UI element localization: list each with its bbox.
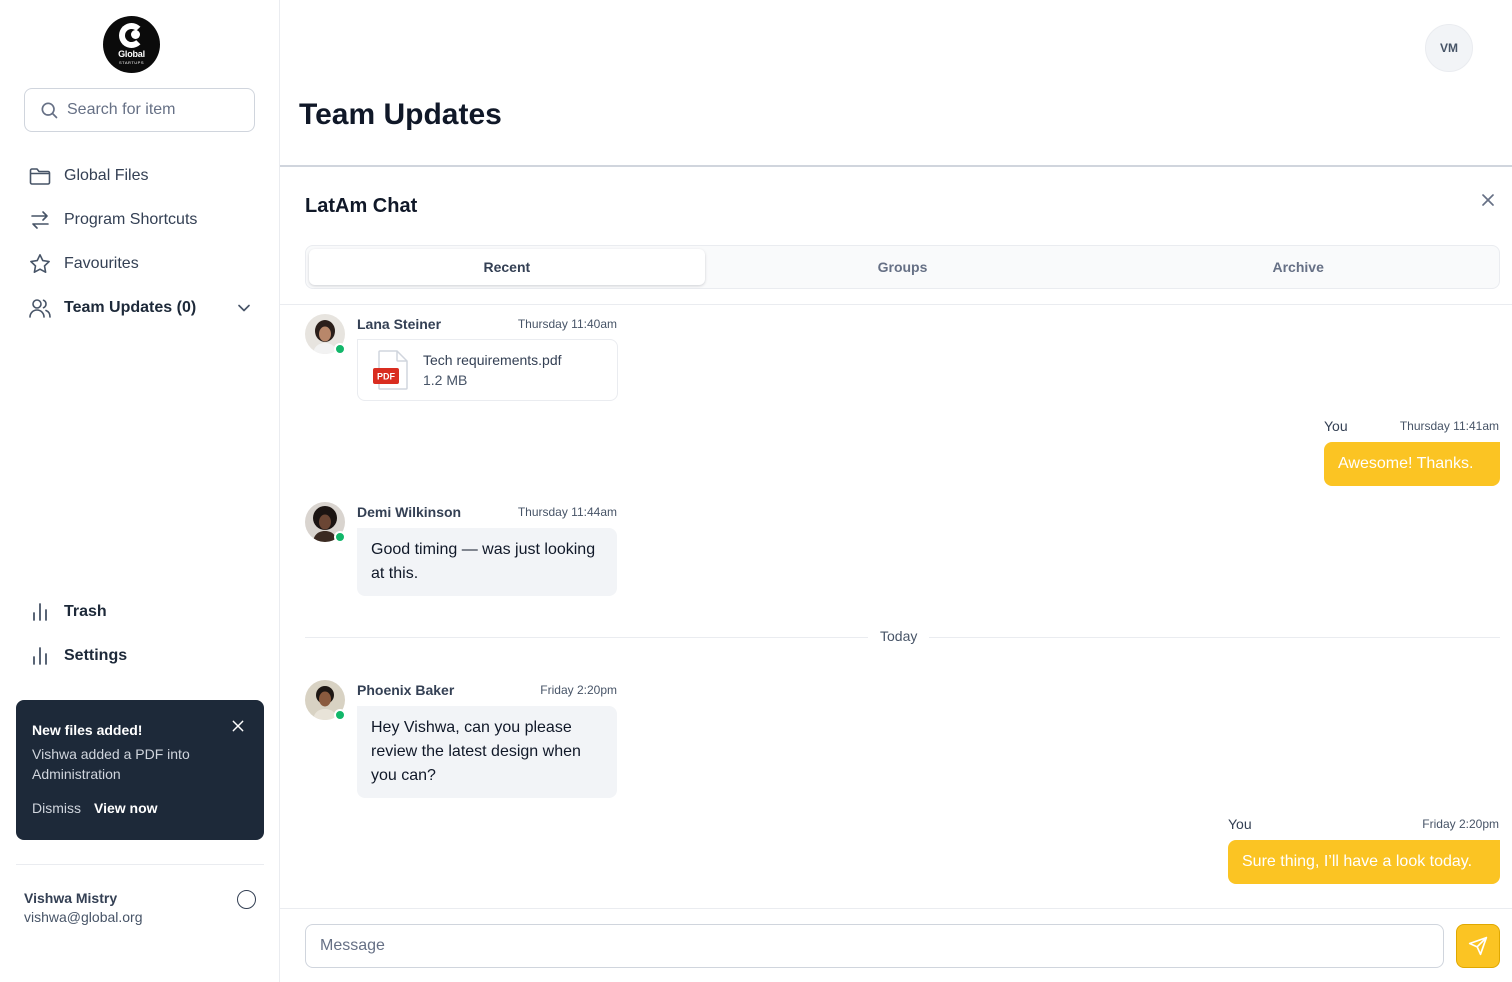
star-icon — [30, 254, 50, 273]
message-bubble: Hey Vishwa, can you please review the la… — [357, 706, 617, 798]
message-composer[interactable] — [305, 924, 1444, 968]
account-card[interactable]: Vishwa Mistry vishwa@global.org — [24, 890, 256, 925]
notification-toast: New files added! Vishwa added a PDF into… — [16, 700, 264, 840]
nav-label: Settings — [64, 647, 128, 664]
message-bubble: Good timing — was just looking at this. — [357, 528, 617, 596]
status-circle-icon[interactable] — [237, 890, 256, 909]
sender-name: You — [1228, 816, 1252, 832]
search-input[interactable] — [67, 101, 247, 119]
divider — [280, 304, 1512, 305]
message-input[interactable] — [320, 937, 1443, 955]
folder-icon — [29, 168, 51, 185]
online-indicator — [334, 531, 346, 543]
account-name: Vishwa Mistry — [24, 890, 118, 906]
nav-trash[interactable]: Trash — [28, 600, 254, 624]
send-icon — [1468, 936, 1488, 956]
sender-name: You — [1324, 418, 1348, 434]
nav-label: Program Shortcuts — [64, 211, 198, 228]
message-bubble: Awesome! Thanks. — [1324, 442, 1500, 486]
pdf-file-icon: PDF — [373, 350, 408, 390]
nav-team-updates[interactable]: Team Updates (0) — [28, 296, 254, 320]
file-name: Tech requirements.pdf — [423, 352, 562, 368]
toast-dismiss-button[interactable]: Dismiss — [32, 800, 81, 816]
toast-view-now-button[interactable]: View now — [94, 800, 158, 816]
file-attachment[interactable]: PDF Tech requirements.pdf 1.2 MB — [357, 339, 618, 401]
chat-tabs: Recent Groups Archive — [305, 245, 1500, 289]
online-indicator — [334, 709, 346, 721]
shortcut-arrows-icon — [31, 211, 49, 229]
avatar[interactable] — [305, 314, 346, 355]
sender-name: Lana Steiner — [357, 316, 442, 332]
online-indicator — [334, 343, 346, 355]
sender-name: Phoenix Baker — [357, 682, 455, 698]
message-time: Thursday 11:40am — [517, 317, 617, 331]
tab-groups[interactable]: Groups — [705, 249, 1101, 285]
global-startups-logo[interactable]: Global STARTUPS — [103, 16, 160, 73]
search-icon — [41, 102, 58, 119]
divider — [16, 864, 264, 865]
page-title: Team Updates — [299, 98, 502, 131]
message-time: Friday 2:20pm — [1422, 817, 1499, 831]
toast-body: Vishwa added a PDF into Administration — [32, 746, 190, 782]
users-icon — [29, 299, 51, 318]
bar-chart-icon — [33, 647, 47, 665]
file-size: 1.2 MB — [423, 372, 468, 388]
day-divider-label: Today — [868, 628, 930, 644]
message-time: Thursday 11:44am — [517, 505, 617, 519]
search-box[interactable] — [24, 88, 255, 132]
send-button[interactable] — [1456, 924, 1500, 968]
pdf-badge-label: PDF — [377, 372, 396, 382]
logo-word: Global — [118, 49, 145, 59]
chat-title: LatAm Chat — [305, 195, 418, 217]
nav-label: Favourites — [64, 255, 139, 272]
close-icon[interactable] — [230, 718, 246, 734]
close-icon[interactable] — [1478, 190, 1498, 210]
logo-sub: STARTUPS — [119, 60, 144, 65]
avatar[interactable] — [305, 502, 346, 543]
divider — [280, 908, 1512, 909]
message-time: Thursday 11:41am — [1399, 419, 1499, 433]
avatar[interactable] — [305, 680, 346, 721]
tab-archive[interactable]: Archive — [1100, 249, 1496, 285]
nav-settings[interactable]: Settings — [28, 644, 254, 668]
nav-favourites[interactable]: Favourites — [28, 252, 254, 276]
message-time: Friday 2:20pm — [540, 683, 617, 697]
sidebar: Global STARTUPS Global Files Program Sho… — [0, 0, 280, 982]
account-email: vishwa@global.org — [24, 909, 143, 925]
nav-label: Trash — [64, 603, 107, 620]
nav-label: Team Updates (0) — [64, 299, 197, 316]
nav-global-files[interactable]: Global Files — [28, 164, 254, 188]
sender-name: Demi Wilkinson — [357, 504, 462, 520]
divider — [280, 165, 1512, 167]
message-bubble: Sure thing, I’ll have a look today. — [1228, 840, 1500, 884]
user-avatar[interactable]: VM — [1425, 24, 1473, 72]
nav-program-shortcuts[interactable]: Program Shortcuts — [28, 208, 254, 232]
bar-chart-icon — [33, 603, 47, 621]
tab-recent[interactable]: Recent — [309, 249, 705, 285]
nav-label: Global Files — [64, 167, 149, 184]
toast-title: New files added! — [32, 722, 143, 738]
chevron-down-icon[interactable] — [234, 298, 254, 318]
